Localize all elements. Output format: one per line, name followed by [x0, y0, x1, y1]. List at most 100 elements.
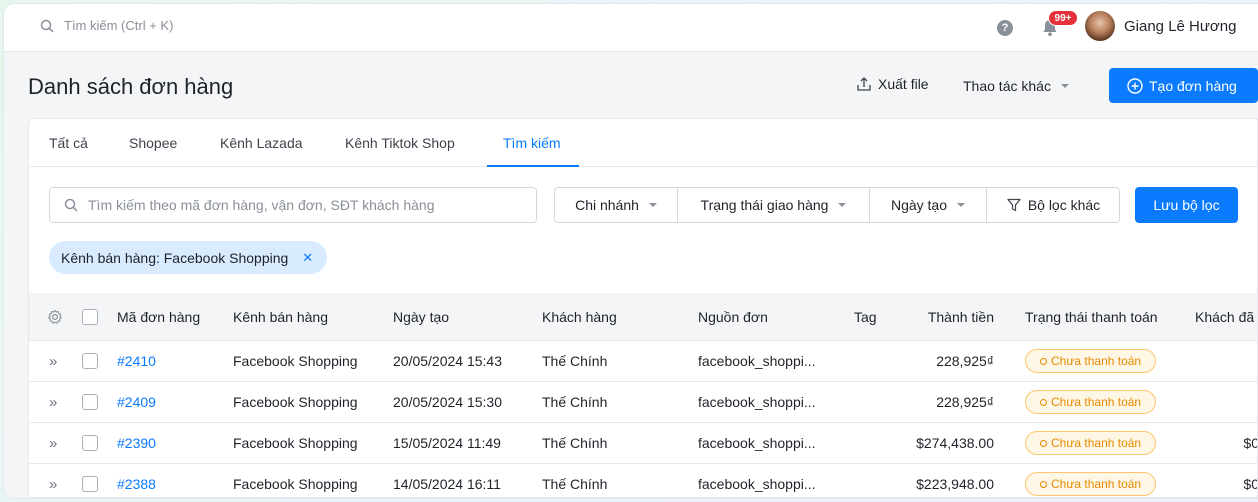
page-title: Danh sách đơn hàng [28, 74, 234, 99]
created-date-filter[interactable]: Ngày tạo [870, 188, 987, 222]
date-cell: 20/05/2024 15:43 [393, 353, 502, 369]
app-window: Tìm kiếm (Ctrl + K) ? 99+ Giang Lê Hương… [4, 4, 1258, 498]
row-checkbox[interactable] [82, 394, 98, 410]
source-cell: facebook_shoppi... [698, 353, 816, 369]
customer-cell: Thế Chính [542, 353, 608, 369]
search-icon [64, 198, 78, 212]
create-order-button[interactable]: Tạo đơn hàng [1109, 68, 1258, 103]
table-row[interactable]: » #2410 Facebook Shopping 20/05/2024 15:… [29, 341, 1257, 382]
save-filter-button[interactable]: Lưu bộ lọc [1135, 187, 1238, 223]
notification-badge: 99+ [1048, 10, 1078, 26]
source-cell: facebook_shoppi... [698, 435, 816, 451]
active-filter-chip: Kênh bán hàng: Facebook Shopping ✕ [49, 241, 328, 274]
payment-status-text: Chưa thanh toán [1051, 395, 1142, 409]
column-header-customer-paid: Khách đã [1195, 308, 1255, 325]
source-cell: facebook_shoppi... [698, 394, 816, 410]
orders-table: Mã đơn hàng Kênh bán hàng Ngày tạo Khách… [29, 293, 1258, 497]
more-actions-dropdown[interactable]: Thao tác khác [963, 78, 1069, 94]
table-row[interactable]: » #2409 Facebook Shopping 20/05/2024 15:… [29, 382, 1257, 423]
order-search-box[interactable] [49, 187, 537, 223]
column-header-customer: Khách hàng [542, 308, 617, 325]
row-checkbox[interactable] [82, 353, 98, 369]
column-header-payment-status: Trạng thái thanh toán [1025, 308, 1158, 325]
expand-icon[interactable]: » [49, 435, 57, 452]
column-header-source: Nguồn đơn [698, 308, 768, 325]
export-label: Xuất file [878, 76, 929, 92]
customer-cell: Thế Chính [542, 435, 608, 451]
row-checkbox[interactable] [82, 476, 98, 492]
total-cell: $223,948.00 [916, 476, 994, 492]
column-header-tag: Tag [854, 308, 877, 325]
close-icon[interactable]: ✕ [302, 250, 313, 266]
date-cell: 15/05/2024 11:49 [393, 435, 501, 451]
expand-icon[interactable]: » [49, 353, 57, 370]
delivery-status-label: Trạng thái giao hàng [700, 197, 829, 213]
global-search[interactable]: Tìm kiếm (Ctrl + K) [40, 18, 173, 33]
created-date-label: Ngày tạo [890, 197, 948, 213]
delivery-status-filter[interactable]: Trạng thái giao hàng [678, 188, 870, 222]
column-header-total: Thành tiền [927, 308, 994, 325]
more-actions-label: Thao tác khác [963, 78, 1051, 94]
customer-cell: Thế Chính [542, 394, 608, 410]
customer-cell: Thế Chính [542, 476, 608, 492]
chevron-down-icon [838, 203, 847, 207]
tab-search[interactable]: Tìm kiếm [503, 135, 561, 151]
order-id-link[interactable]: #2388 [117, 464, 156, 497]
order-search-input[interactable] [88, 197, 518, 213]
total-cell: 228,925₫ [936, 353, 994, 369]
column-settings[interactable] [47, 293, 63, 340]
channel-cell: Facebook Shopping [233, 394, 358, 410]
paid-cell: $0 [1243, 435, 1258, 451]
avatar[interactable] [1085, 11, 1115, 41]
create-order-label: Tạo đơn hàng [1149, 77, 1237, 94]
other-filters-button[interactable]: Bộ lọc khác [987, 188, 1119, 222]
order-id-link[interactable]: #2390 [117, 423, 156, 463]
order-id-link[interactable]: #2409 [117, 382, 156, 422]
date-cell: 14/05/2024 16:11 [393, 476, 501, 492]
row-checkbox[interactable] [82, 435, 98, 451]
global-search-placeholder: Tìm kiếm (Ctrl + K) [64, 18, 174, 33]
table-row[interactable]: » #2390 Facebook Shopping 15/05/2024 11:… [29, 423, 1258, 464]
date-cell: 20/05/2024 15:30 [393, 394, 502, 410]
status-dot-icon [1040, 480, 1047, 488]
payment-status-badge: Chưa thanh toán [1025, 472, 1157, 496]
payment-status-text: Chưa thanh toán [1051, 354, 1142, 368]
top-bar: Tìm kiếm (Ctrl + K) ? 99+ Giang Lê Hương [4, 4, 1258, 52]
tab-tiktok-shop[interactable]: Kênh Tiktok Shop [345, 135, 455, 151]
expand-icon[interactable]: » [49, 476, 57, 493]
tab-lazada[interactable]: Kênh Lazada [220, 135, 303, 151]
user-name[interactable]: Giang Lê Hương [1124, 18, 1236, 35]
tab-all[interactable]: Tất cả [49, 135, 88, 151]
tab-shopee[interactable]: Shopee [129, 135, 177, 151]
payment-status-badge: Chưa thanh toán [1025, 431, 1157, 455]
chevron-down-icon [957, 203, 966, 207]
chevron-down-icon [1060, 84, 1069, 88]
status-dot-icon [1040, 357, 1047, 365]
channel-cell: Facebook Shopping [233, 435, 358, 451]
status-dot-icon [1040, 398, 1047, 406]
paid-cell: $0 [1243, 476, 1258, 492]
branch-filter[interactable]: Chi nhánh [555, 188, 678, 222]
plus-circle-icon [1127, 77, 1143, 94]
payment-status-text: Chưa thanh toán [1051, 436, 1142, 450]
paid-cell [1209, 341, 1257, 381]
table-row[interactable]: » #2388 Facebook Shopping 14/05/2024 16:… [29, 464, 1258, 497]
chevron-down-icon [648, 203, 657, 207]
column-header-created-date: Ngày tạo [393, 308, 450, 325]
payment-status-badge: Chưa thanh toán [1025, 390, 1157, 414]
total-cell: $274,438.00 [916, 435, 994, 451]
order-id-link[interactable]: #2410 [117, 341, 156, 381]
source-cell: facebook_shoppi... [698, 476, 816, 492]
paid-cell [1209, 382, 1257, 422]
column-header-channel: Kênh bán hàng [233, 308, 328, 325]
funnel-icon [1007, 198, 1021, 212]
channel-cell: Facebook Shopping [233, 353, 358, 369]
help-icon[interactable]: ? [997, 20, 1013, 36]
status-dot-icon [1040, 439, 1047, 447]
export-button[interactable]: Xuất file [856, 76, 929, 92]
expand-icon[interactable]: » [49, 394, 57, 411]
tab-bar: Tất cả Shopee Kênh Lazada Kênh Tiktok Sh… [29, 119, 1257, 167]
filter-group: Chi nhánh Trạng thái giao hàng Ngày tạo … [554, 187, 1120, 223]
select-all-checkbox[interactable] [82, 308, 98, 325]
orders-card: Tất cả Shopee Kênh Lazada Kênh Tiktok Sh… [28, 118, 1258, 498]
